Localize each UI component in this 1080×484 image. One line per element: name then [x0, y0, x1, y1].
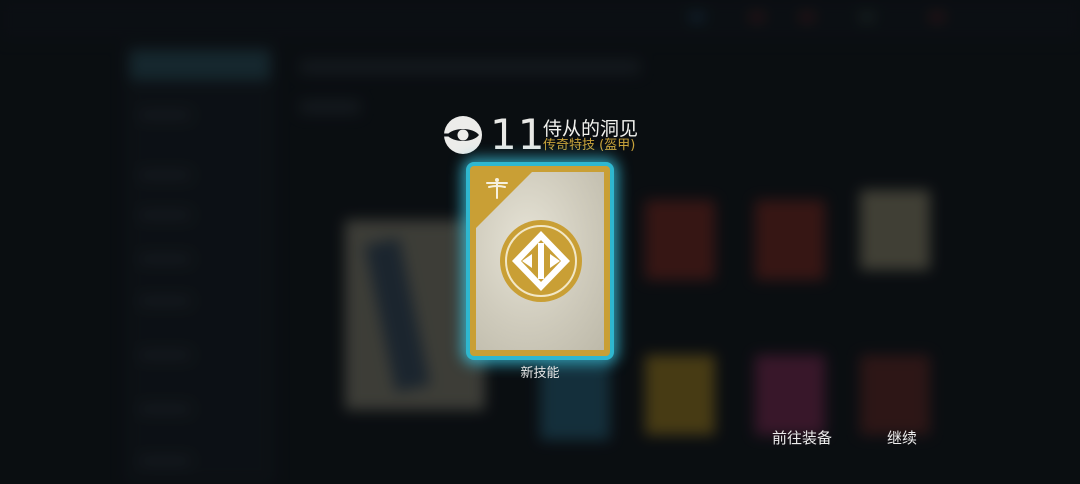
- ghost-power-icon: [444, 116, 482, 154]
- item-subtitle: 传奇特技 (盔甲): [543, 138, 636, 153]
- diamond-emblem-icon: [500, 220, 582, 302]
- card-label: 新技能: [520, 366, 560, 381]
- reward-card[interactable]: [470, 166, 610, 356]
- dragonfly-icon: [486, 178, 508, 199]
- continue-button[interactable]: 继续: [887, 427, 917, 448]
- go-to-equipment-button[interactable]: 前往装备: [772, 427, 832, 448]
- power-level: 11: [490, 110, 546, 159]
